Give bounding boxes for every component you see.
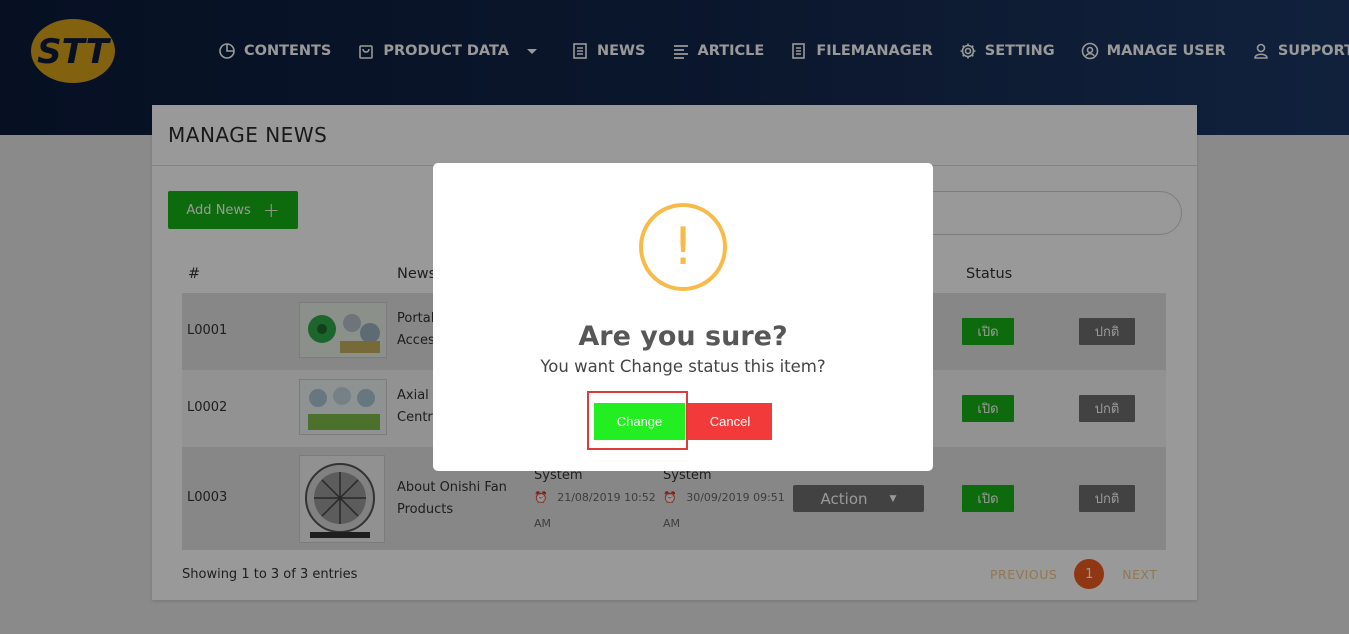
- cancel-button[interactable]: Cancel: [688, 403, 772, 440]
- dialog-title: Are you sure?: [578, 321, 788, 352]
- warning-icon: !: [639, 203, 727, 291]
- change-button[interactable]: Change: [594, 403, 685, 440]
- warning-glyph: !: [672, 217, 694, 277]
- confirm-dialog: ! Are you sure? You want Change status t…: [433, 163, 933, 471]
- dialog-message: You want Change status this item?: [540, 357, 826, 376]
